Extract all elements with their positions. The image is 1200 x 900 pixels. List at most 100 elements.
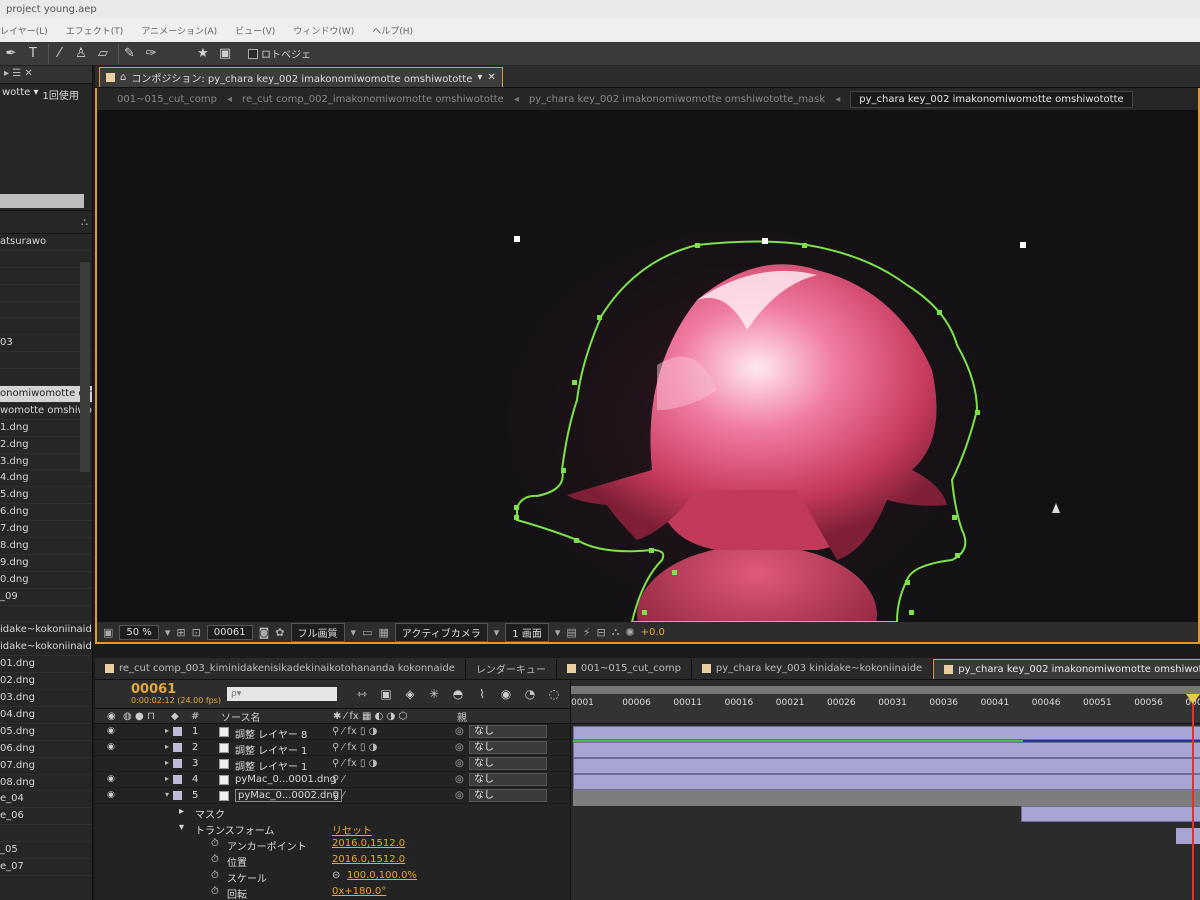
project-item[interactable]: e_07: [0, 859, 92, 876]
timeline-tab[interactable]: py_chara key_003 kinidake~kokoniinaide: [692, 658, 934, 679]
project-search-input[interactable]: [0, 194, 84, 208]
stopwatch-icon[interactable]: ⏱: [211, 838, 219, 849]
parent-column-header[interactable]: 親: [457, 709, 467, 724]
scale-row[interactable]: ⏱ スケール ⊝ 100.0,100.0%: [95, 868, 570, 885]
layer-row[interactable]: ◉ ▸ 4 pyMac_0...0001.dng ⚲ ⁄ ◎ なし: [95, 772, 570, 788]
project-scrollbar[interactable]: [80, 262, 90, 472]
stopwatch-icon[interactable]: ⏱: [211, 886, 219, 897]
project-item[interactable]: idake~kokoniinaide: [0, 639, 92, 657]
hierarchy-icon[interactable]: ⛬: [81, 217, 88, 228]
mask-handle[interactable]: [514, 236, 520, 242]
twirl-closed-icon[interactable]: ▸: [165, 726, 169, 735]
reset-link[interactable]: リセット: [332, 822, 372, 837]
layer-name[interactable]: 調整 レイヤー 1: [235, 758, 307, 773]
render-queue-tab[interactable]: レンダーキュー: [466, 658, 557, 679]
menu-help[interactable]: ヘルプ(H): [372, 24, 413, 37]
parent-select[interactable]: なし: [469, 741, 547, 754]
anchor-point-value[interactable]: 2016.0,1512.0: [332, 838, 405, 849]
source-name-column-header[interactable]: ソース名: [221, 709, 261, 724]
visibility-eye-icon[interactable]: ◉: [107, 742, 115, 752]
twirl-closed-icon[interactable]: ▸: [165, 774, 169, 783]
star-icon[interactable]: ★: [192, 44, 214, 64]
menu-window[interactable]: ウィンドウ(W): [293, 24, 354, 37]
twirl-closed-icon[interactable]: ▸: [179, 806, 184, 817]
fit-icon[interactable]: ⊞: [176, 626, 185, 639]
layer-duration-bar[interactable]: [573, 742, 1200, 758]
project-item[interactable]: 0.dng: [0, 572, 92, 589]
eraser-tool-icon[interactable]: ▱: [92, 44, 114, 64]
selected-item-name[interactable]: wotte ▾: [2, 87, 39, 99]
label-chip[interactable]: [173, 791, 182, 800]
layer-switches[interactable]: ⚲ ⁄ fx ▯ ◑: [332, 758, 377, 769]
breadcrumb-item[interactable]: 001~015_cut_comp: [117, 94, 217, 105]
rotation-row[interactable]: ⏱ 回転 0x+180.0°: [95, 884, 570, 900]
layer-duration-bar[interactable]: [573, 726, 1200, 740]
project-item[interactable]: [0, 285, 92, 302]
project-item[interactable]: 07.dng: [0, 758, 92, 775]
chevron-down-icon[interactable]: ▾: [165, 626, 171, 639]
timeline-tab[interactable]: 001~015_cut_comp: [557, 658, 692, 679]
label-column-icon[interactable]: ◆: [171, 711, 179, 722]
project-item[interactable]: 03: [0, 335, 92, 353]
layer-duration-bar[interactable]: [573, 774, 1200, 790]
parent-pickwhip-icon[interactable]: ◎: [455, 790, 464, 801]
anchor-point-row[interactable]: ⏱ アンカーポイント 2016.0,1512.0: [95, 836, 570, 853]
breadcrumb-item[interactable]: py_chara key_002 imakonomiwomotte omshiw…: [529, 94, 825, 105]
frame-blending-icon[interactable]: ✳: [425, 687, 443, 701]
view-layout-select[interactable]: 1 画面: [505, 622, 549, 642]
project-item[interactable]: 05.dng: [0, 724, 92, 741]
exposure-value[interactable]: +0.0: [641, 627, 665, 638]
project-item[interactable]: e_04: [0, 791, 92, 809]
breadcrumb-item[interactable]: re_cut comp_002_imakonomiwomotte omshiwo…: [242, 94, 504, 105]
label-chip[interactable]: [173, 759, 182, 768]
layer-search-input[interactable]: ρ▾: [227, 687, 338, 701]
layer-switches[interactable]: ⚲ ⁄: [332, 774, 344, 785]
project-item[interactable]: [0, 251, 92, 268]
label-chip[interactable]: [173, 775, 182, 784]
toggle-pixel-icon[interactable]: ▤: [566, 626, 576, 639]
layer-switches[interactable]: ⚲ ⁄ fx ▯ ◑: [332, 742, 377, 753]
timeline-tab[interactable]: re_cut comp_003_kiminidakenisikadekinaik…: [95, 658, 466, 679]
snapshot-icon[interactable]: ◙: [259, 626, 270, 639]
motion-blur-icon[interactable]: ◓: [449, 687, 467, 701]
parent-select[interactable]: なし: [469, 789, 547, 802]
layer-duration-bar-selected[interactable]: [573, 790, 1200, 806]
project-item[interactable]: 03.dng: [0, 690, 92, 707]
layer-row[interactable]: ▸ 3 調整 レイヤー 1 ⚲ ⁄ fx ▯ ◑ ◎ なし: [95, 756, 570, 773]
project-item[interactable]: 9.dng: [0, 555, 92, 572]
exposure-icon[interactable]: ✺: [625, 626, 634, 639]
parent-select[interactable]: なし: [469, 757, 547, 770]
graph-editor-icon[interactable]: ⌇: [473, 687, 491, 701]
region-icon[interactable]: ▣: [103, 626, 113, 639]
project-item[interactable]: 04.dng: [0, 707, 92, 724]
zoom-select[interactable]: 50 %: [119, 624, 159, 640]
layer-name[interactable]: 調整 レイヤー 8: [235, 726, 307, 741]
eye-column-icon[interactable]: ◉: [107, 711, 116, 722]
transform-keyframe-range[interactable]: [1176, 828, 1200, 844]
parent-pickwhip-icon[interactable]: ◎: [455, 726, 464, 737]
project-item[interactable]: [0, 606, 92, 623]
breadcrumb-item-active[interactable]: py_chara key_002 imakonomiwomotte omshiw…: [850, 90, 1133, 108]
fast-preview-icon[interactable]: ⚡: [583, 626, 591, 639]
layer-switches[interactable]: ⚲ ⁄ fx ▯ ◑: [332, 726, 377, 737]
transparency-grid-icon[interactable]: ▦: [378, 626, 388, 639]
project-item[interactable]: [0, 268, 92, 285]
project-item[interactable]: 3.dng: [0, 454, 92, 471]
chevron-down-icon[interactable]: ▾: [555, 626, 561, 639]
tab-menu-icon[interactable]: ▾: [477, 72, 482, 83]
layer-switches[interactable]: ⚲ ⁄: [332, 790, 344, 801]
project-item[interactable]: [0, 302, 92, 319]
current-frame-field[interactable]: 00061: [206, 624, 253, 640]
safe-margins-icon[interactable]: ⊡: [192, 626, 201, 639]
brush-tool-icon[interactable]: ⁄: [48, 43, 70, 64]
flowchart-icon[interactable]: ⛬: [612, 625, 620, 639]
mask-handle[interactable]: [1020, 242, 1026, 248]
shy-layers-icon[interactable]: ◈: [401, 687, 419, 701]
parent-select[interactable]: なし: [469, 725, 547, 738]
project-item[interactable]: 8.dng: [0, 538, 92, 555]
composition-tab[interactable]: ⌂ コンポジション: py_chara key_002 imakonomiwom…: [99, 66, 503, 87]
project-item[interactable]: onomiwomotte om: [0, 386, 92, 403]
solo-column-icon[interactable]: ●: [135, 711, 144, 722]
twirl-open-icon[interactable]: ▾: [165, 790, 169, 799]
checkbox-box[interactable]: [248, 48, 258, 59]
